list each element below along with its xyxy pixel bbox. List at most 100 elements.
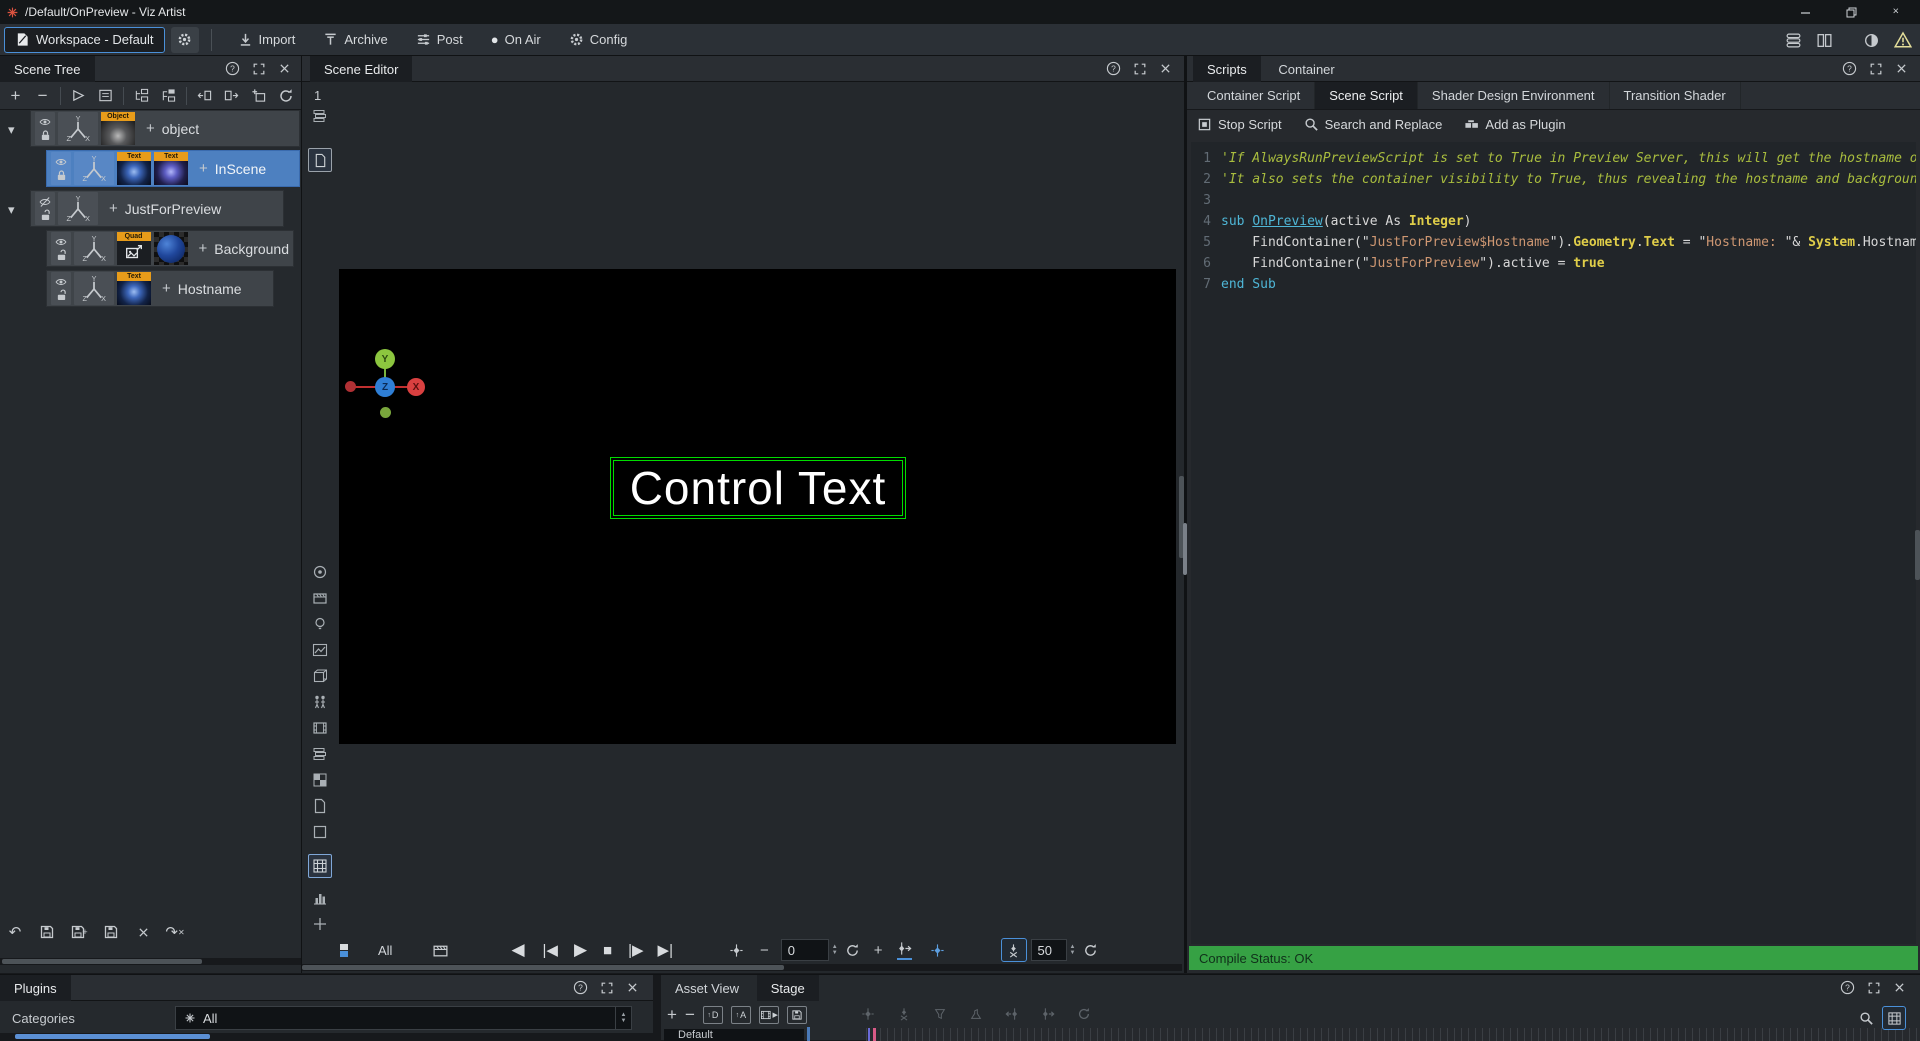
close-panel-icon[interactable] [1895,62,1908,75]
performance-chart-icon[interactable] [308,638,332,662]
frame-spinner[interactable]: ▲▼ [829,939,841,961]
workspace-button[interactable]: Workspace - Default [4,27,165,53]
add-child-icon[interactable]: + [109,200,118,217]
loop-keyframes-icon[interactable] [1077,1007,1091,1021]
close-panel-icon[interactable] [1893,981,1906,994]
tree-row-object[interactable]: Object + object [30,110,300,147]
on-air-menu[interactable]: ● On Air [477,24,555,56]
safe-area-toggle[interactable] [308,148,332,172]
help-icon[interactable] [1840,980,1855,995]
tree-row-inscene[interactable]: Text Text + InScene [46,150,300,187]
add-container-button[interactable]: + [6,85,25,107]
animate-button[interactable] [69,85,88,107]
save-as-icon[interactable] [100,921,122,943]
play-reverse-button[interactable]: ◀ [511,940,524,960]
bounding-box-icon[interactable] [308,664,332,688]
scene-tree-hscrollbar[interactable] [0,958,301,965]
decrement-button[interactable]: − [760,942,769,959]
add-child-icon[interactable]: + [162,280,171,297]
add-scene-button[interactable] [249,85,268,107]
close-panel-icon[interactable] [278,62,291,75]
config-menu[interactable]: Config [555,24,642,56]
close-button[interactable] [1874,0,1920,24]
eye-icon[interactable] [54,236,68,248]
quad-thumbnail[interactable]: Quad [117,232,151,265]
remove-container-button[interactable]: − [33,85,52,107]
layers-icon[interactable] [308,742,332,766]
lock-open-icon[interactable] [55,249,68,262]
scene-editor-tab[interactable]: Scene Editor [310,56,412,82]
center-right-splitter[interactable] [1184,56,1186,973]
gizmo-y-handle[interactable]: Y [375,349,395,369]
gizmo-anchor-dot[interactable] [380,407,391,418]
restore-button[interactable] [1828,0,1874,24]
collapse-tree-button[interactable] [132,85,151,107]
maximize-panel-icon[interactable] [252,62,266,76]
render-viewport[interactable]: Control Text X Y Z [339,269,1176,744]
visibility-lock-cell[interactable] [51,152,71,185]
scene-tree-tab[interactable]: Scene Tree [0,56,95,82]
zoom-spinner[interactable]: ▲▼ [1067,939,1079,961]
code-editor[interactable]: 1'If AlwaysRunPreviewScript is set to Tr… [1191,142,1916,944]
camera-icon[interactable] [308,586,332,610]
ease-in-icon[interactable] [933,1007,947,1021]
container-tab[interactable]: Container [1264,56,1348,82]
workspace-settings-button[interactable] [171,27,199,53]
lock-icon[interactable] [39,129,52,142]
save-all-icon[interactable]: + [68,921,90,943]
close-panel-icon[interactable] [626,981,639,994]
add-as-plugin-button[interactable]: Add as Plugin [1464,117,1565,132]
refresh-tree-button[interactable] [276,85,295,107]
minimize-button[interactable] [1782,0,1828,24]
actors-icon[interactable] [308,690,332,714]
axis-cell[interactable] [74,152,114,185]
gizmo-z-handle[interactable]: Z [375,377,395,397]
keyframe-stack-icon[interactable] [340,944,348,957]
post-menu[interactable]: Post [402,24,477,56]
delete-keyframe-icon[interactable] [897,1007,911,1021]
expand-tree-button[interactable] [159,85,178,107]
object-thumbnail[interactable]: Object [101,112,135,145]
bottom-panel-divider[interactable] [653,975,661,1041]
plugins-tab[interactable]: Plugins [0,975,71,1001]
visibility-lock-cell[interactable] [51,232,71,265]
move-left-button[interactable] [195,85,214,107]
new-director-icon[interactable]: ↑D [703,1006,723,1024]
reset-zoom-icon[interactable] [1083,943,1098,958]
increment-button[interactable]: + [874,942,883,959]
director-track[interactable]: Default [664,1029,804,1041]
gizmo-x-handle[interactable]: X [407,378,425,396]
delete-icon[interactable] [132,921,154,943]
import-director-icon[interactable]: ▶ [759,1006,779,1024]
globe-image-thumbnail[interactable] [154,232,188,265]
close-panel-icon[interactable] [1159,62,1172,75]
next-keyframe-icon[interactable] [1041,1007,1055,1021]
document-icon[interactable] [308,794,332,818]
bounds-icon[interactable] [308,820,332,844]
undo-icon[interactable]: ↶ [4,921,26,943]
axis-cell[interactable] [74,272,114,305]
frame-counter-field[interactable]: 0 [781,939,829,961]
maximize-panel-icon[interactable] [1869,62,1883,76]
lock-icon[interactable] [55,169,68,182]
add-child-icon[interactable]: + [146,120,155,137]
panels-layout-icon[interactable] [1816,32,1833,49]
category-filter-dropdown[interactable]: All ▲▼ [175,1006,632,1030]
new-action-icon[interactable]: ↑A [731,1006,751,1024]
warning-icon[interactable] [1894,31,1912,49]
timeline-cursor-pink[interactable] [873,1028,876,1041]
plugins-hscrollbar[interactable] [0,1033,653,1040]
next-keyframe-icon[interactable] [897,941,912,960]
help-icon[interactable] [573,980,588,995]
notes-button[interactable] [96,85,115,107]
move-tool-icon[interactable] [308,912,332,936]
asset-view-tab[interactable]: Asset View [661,975,753,1001]
stage-tab[interactable]: Stage [757,975,819,1001]
tab-container-script[interactable]: Container Script [1193,82,1315,109]
move-right-button[interactable] [222,85,241,107]
add-child-icon[interactable]: + [199,160,208,177]
gizmo-pivot-dot[interactable] [345,381,356,392]
scripts-tab[interactable]: Scripts [1193,56,1261,82]
tree-row-hostname[interactable]: Text + Hostname [46,270,274,307]
visibility-lock-cell[interactable] [35,112,55,145]
